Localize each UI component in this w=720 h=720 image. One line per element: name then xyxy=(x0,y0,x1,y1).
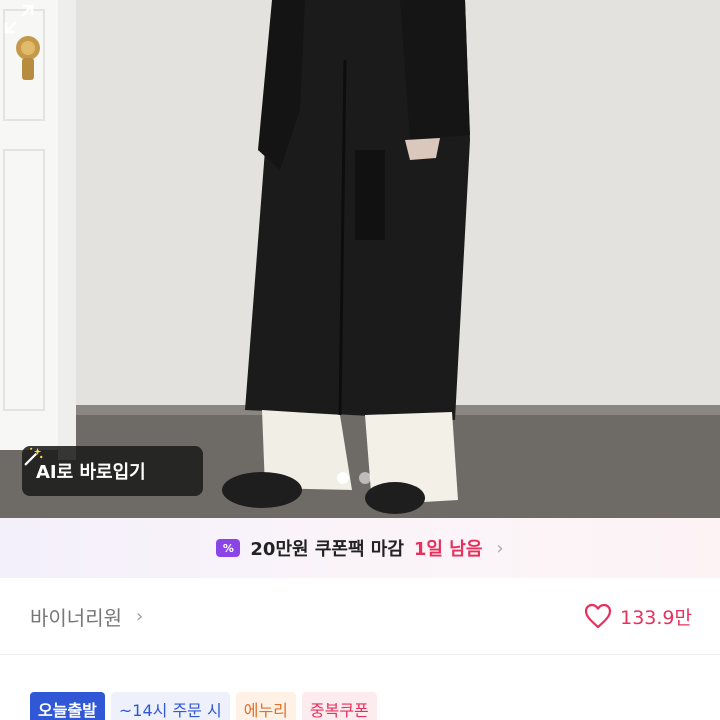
product-badges: 오늘출발 ~14시 주문 시 에누리 중복쿠폰 xyxy=(30,692,377,720)
ai-try-on-button[interactable]: AI로 바로입기 xyxy=(22,446,203,496)
coupon-pack-banner[interactable]: % 20만원 쿠폰팩 마감 1일 남음 › xyxy=(0,518,720,578)
seller-link[interactable]: 바이너리원 › xyxy=(30,602,143,631)
badge-enuri: 에누리 xyxy=(235,692,296,720)
image-pagination xyxy=(337,472,371,484)
product-image[interactable]: AI로 바로입기 xyxy=(0,0,720,518)
heart-icon xyxy=(585,603,612,629)
like-button[interactable]: 133.9만 xyxy=(584,603,692,630)
expand-icon[interactable] xyxy=(0,0,38,38)
like-count: 133.9만 xyxy=(620,606,692,629)
seller-row: 바이너리원 › 133.9만 xyxy=(0,578,720,654)
chevron-right-icon: › xyxy=(136,605,144,627)
pagination-dot-active[interactable] xyxy=(337,472,349,484)
badge-duplicate-coupon: 중복쿠폰 xyxy=(301,692,377,720)
coupon-remaining-time: 1일 남음 xyxy=(413,539,483,560)
product-photo-illustration xyxy=(0,0,720,518)
ai-try-on-label: AI로 바로입기 xyxy=(36,462,146,483)
badge-today-shipping: 오늘출발 xyxy=(30,692,105,720)
magic-wand-icon xyxy=(24,447,43,466)
chevron-right-icon: › xyxy=(496,537,504,559)
coupon-ticket-icon: % xyxy=(216,539,241,557)
section-divider xyxy=(0,654,720,655)
coupon-banner-text: 20만원 쿠폰팩 마감 xyxy=(250,539,404,560)
seller-name: 바이너리원 xyxy=(30,605,122,630)
badge-order-cutoff: ~14시 주문 시 xyxy=(110,692,230,720)
pagination-dot[interactable] xyxy=(359,472,371,484)
